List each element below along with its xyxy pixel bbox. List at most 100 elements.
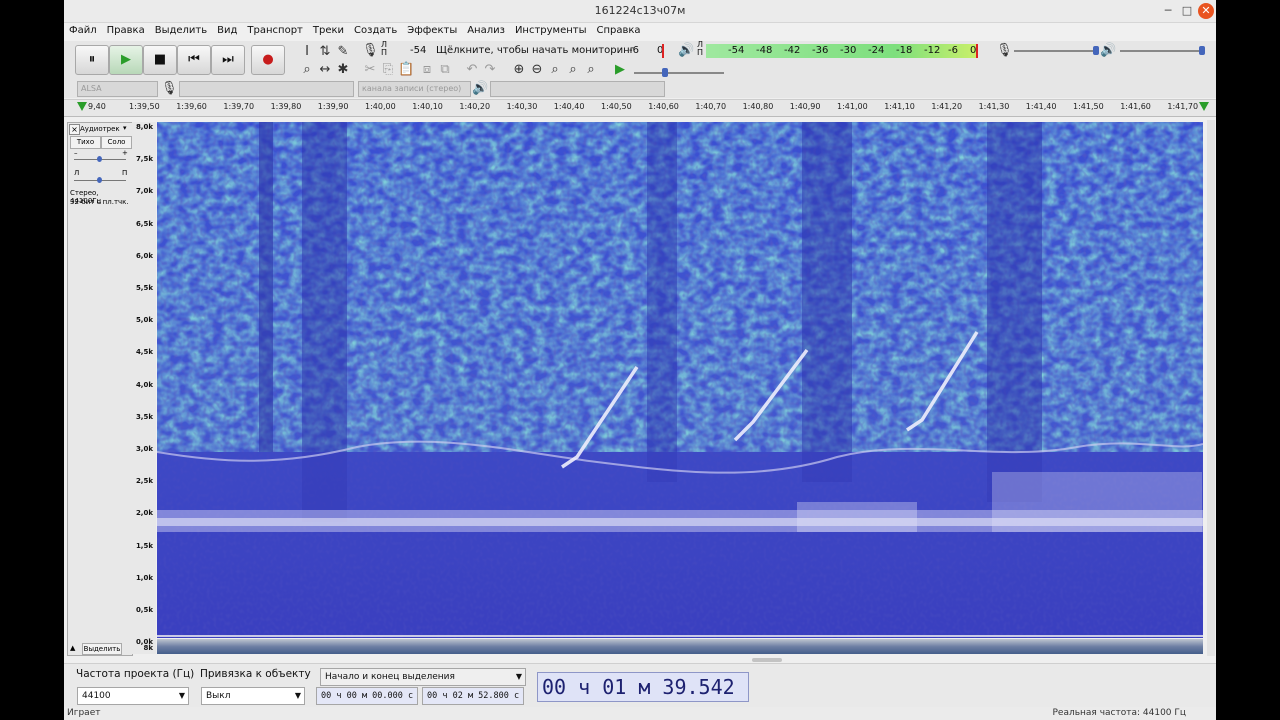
ruler-label: 1:41,40: [1025, 102, 1057, 111]
track-name-menu[interactable]: Аудиотрек: [80, 125, 120, 133]
freq-axis-label: 6,5k: [135, 219, 153, 228]
chevron-down-icon: ▼: [178, 691, 185, 700]
zoom-in-icon[interactable]: ⊕: [511, 62, 527, 78]
rec-meter-lr: Л П: [381, 40, 388, 57]
freq-axis-label: 8,0k: [135, 123, 153, 131]
zoom-tool-icon[interactable]: ⌕: [299, 62, 315, 78]
play-volume-slider[interactable]: [1120, 50, 1202, 52]
track-menu-arrow-icon[interactable]: ▾: [123, 124, 127, 132]
menu-select[interactable]: Выделить: [150, 23, 212, 36]
mute-button[interactable]: Тихо: [70, 136, 101, 149]
draw-tool-icon[interactable]: ✎: [335, 44, 351, 60]
selection-start-field[interactable]: 00 ч 00 м 00.000 с: [316, 687, 418, 705]
spectrogram-view[interactable]: [157, 122, 1203, 638]
title-bar: 161224с13ч07м ─ □ ✕: [64, 0, 1216, 23]
pause-button[interactable]: ⏸: [75, 45, 109, 75]
skip-start-button[interactable]: ⏮: [177, 45, 211, 75]
menu-analyze[interactable]: Анализ: [462, 23, 510, 36]
play-head-start-icon[interactable]: [77, 102, 87, 111]
play-tick: 0: [970, 45, 977, 56]
play-at-speed-icon[interactable]: ▶: [612, 62, 628, 78]
horizontal-scrollbar-thumb[interactable]: [752, 658, 782, 662]
stop-button[interactable]: ■: [143, 45, 177, 75]
select-track-button[interactable]: Выделить: [82, 643, 122, 655]
freq-axis-label: 3,5k: [135, 412, 153, 421]
play-speed-thumb[interactable]: [662, 68, 668, 77]
input-device-dropdown[interactable]: [179, 81, 354, 97]
ruler-label: 1:40,80: [742, 102, 774, 111]
menu-view[interactable]: Вид: [212, 23, 242, 36]
selection-end-field[interactable]: 00 ч 02 м 52.800 с: [422, 687, 524, 705]
spectrogram-image: [157, 122, 1203, 638]
timeshift-tool-icon[interactable]: ↔: [317, 62, 333, 78]
solo-button[interactable]: Соло: [101, 136, 132, 149]
menu-generate[interactable]: Создать: [349, 23, 402, 36]
menu-effects[interactable]: Эффекты: [402, 23, 462, 36]
envelope-tool-icon[interactable]: ⇅: [317, 44, 333, 60]
close-icon[interactable]: ✕: [1198, 3, 1214, 19]
selection-mode-combo[interactable]: Начало и конец выделения ▼: [320, 668, 526, 686]
play-tick: -36: [812, 45, 829, 56]
host-dropdown[interactable]: ALSA: [77, 81, 158, 97]
ruler-label: 1:39,50: [129, 102, 160, 111]
menu-tracks[interactable]: Треки: [308, 23, 349, 36]
zoom-toggle-icon[interactable]: ⌕: [583, 62, 599, 78]
undo-icon[interactable]: ↶: [464, 62, 480, 78]
vertical-scrollbar[interactable]: [1207, 120, 1215, 656]
zoom-out-icon[interactable]: ⊖: [529, 62, 545, 78]
play-tick: -24: [868, 45, 885, 56]
cut-icon[interactable]: ✂: [362, 62, 378, 78]
fit-selection-icon[interactable]: ⌕: [547, 62, 563, 78]
chevron-down-icon: ▼: [294, 691, 301, 700]
fit-project-icon[interactable]: ⌕: [565, 62, 581, 78]
freq-axis-label: 1,0k: [135, 573, 153, 582]
audio-position-display[interactable]: 00 ч 01 м 39.542 с: [537, 672, 749, 720]
rec-volume-thumb[interactable]: [1093, 46, 1099, 55]
pan-slider-thumb[interactable]: [97, 177, 102, 183]
track-close-button[interactable]: ×: [69, 124, 80, 135]
timeline-ruler[interactable]: 9,40 1:39,50 1:39,60 1:39,70 1:39,80 1:39,90…: [64, 99, 1216, 117]
mic-icon[interactable]: 🎙: [362, 43, 379, 59]
play-volume-thumb[interactable]: [1199, 46, 1205, 55]
silence-icon[interactable]: ⧉: [437, 62, 453, 78]
paste-icon[interactable]: 📋: [398, 62, 414, 78]
freq-axis-label: 6,0k: [135, 251, 153, 260]
menu-edit[interactable]: Правка: [102, 23, 150, 36]
ruler-label: 1:39,70: [223, 102, 255, 111]
redo-icon[interactable]: ↷: [482, 62, 498, 78]
selection-tool-icon[interactable]: I: [299, 44, 315, 60]
collapse-icon[interactable]: ▲: [70, 644, 75, 652]
trim-icon[interactable]: ⧈: [419, 62, 435, 78]
freq-axis-label: 5,5k: [135, 284, 153, 292]
menu-help[interactable]: Справка: [592, 23, 646, 36]
record-button[interactable]: ●: [251, 45, 285, 75]
freq-axis-label: 1,5k: [135, 541, 153, 550]
menu-file[interactable]: Файл: [64, 23, 102, 36]
copy-icon[interactable]: ⎘: [380, 62, 396, 78]
maximize-icon[interactable]: □: [1179, 3, 1195, 19]
multi-tool-icon[interactable]: ✱: [335, 62, 351, 78]
frequency-axis: 8,0k 7,5k 7,0k 6,5k 6,0k 5,5k 5,0k 4,5k 4,0k 3,5k…: [132, 122, 156, 654]
gain-minus-label: –: [74, 149, 78, 157]
rec-volume-slider[interactable]: [1014, 50, 1096, 52]
play-head-end-icon[interactable]: [1199, 102, 1209, 111]
ruler-label: 1:39,60: [176, 102, 207, 111]
rec-meter-prompt[interactable]: Щёлкните, чтобы начать мониторинг: [436, 45, 635, 56]
output-device-dropdown[interactable]: [490, 81, 665, 97]
ruler-label: 1:39,80: [270, 102, 302, 111]
project-rate-combo[interactable]: 44100 ▼: [77, 687, 189, 705]
minimize-icon[interactable]: ─: [1160, 3, 1176, 19]
play-button[interactable]: ▶: [109, 45, 143, 75]
menu-tools[interactable]: Инструменты: [510, 23, 592, 36]
skip-end-button[interactable]: ⏭: [211, 45, 245, 75]
pan-left-label: Л: [74, 169, 80, 177]
channels-dropdown[interactable]: канала записи (стерео): [358, 81, 471, 97]
menu-transport[interactable]: Транспорт: [242, 23, 307, 36]
speaker-icon[interactable]: 🔊: [678, 43, 694, 59]
freq-axis-label: 7,0k: [135, 187, 153, 196]
gain-plus-label: +: [122, 149, 128, 157]
gain-slider-thumb[interactable]: [97, 156, 102, 162]
play-speed-slider[interactable]: [634, 72, 724, 74]
rec-volume-icon: 🎙: [996, 43, 1013, 58]
snap-to-combo[interactable]: Выкл ▼: [201, 687, 305, 705]
